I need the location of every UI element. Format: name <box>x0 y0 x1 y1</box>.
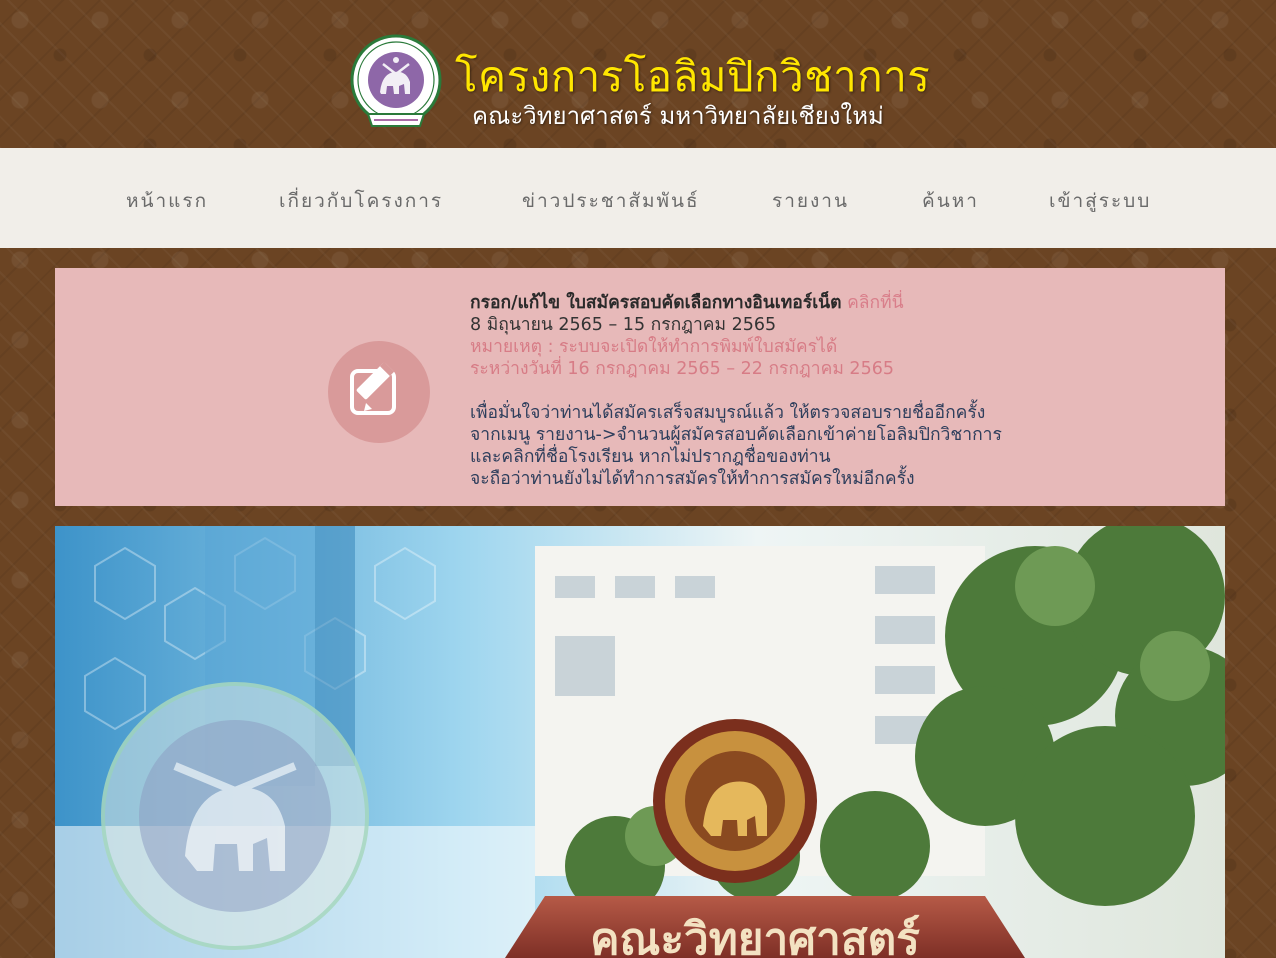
notice-spacer <box>470 380 1002 402</box>
notice-remark-2: ระหว่างวันที่ 16 กรกฎาคม 2565 – 22 กรกฎา… <box>470 359 894 379</box>
notice-info-2: จากเมนู รายงาน->จำนวนผู้สมัครสอบคัดเลือก… <box>470 425 1002 445</box>
nav-news[interactable]: ข่าวประชาสัมพันธ์ <box>522 186 700 216</box>
application-notice: กรอก/แก้ไข ใบสมัครสอบคัดเลือกทางอินเทอร์… <box>55 268 1225 506</box>
cmu-science-logo-icon[interactable] <box>350 34 442 134</box>
edit-icon[interactable] <box>328 341 430 443</box>
notice-text: กรอก/แก้ไข ใบสมัครสอบคัดเลือกทางอินเทอร์… <box>470 292 1002 490</box>
notice-info-4: จะถือว่าท่านยังไม่ได้ทำการสมัครให้ทำการส… <box>470 469 915 489</box>
nav-home[interactable]: หน้าแรก <box>126 186 208 216</box>
nav-search[interactable]: ค้นหา <box>922 186 979 216</box>
nav-about[interactable]: เกี่ยวกับโครงการ <box>279 186 443 216</box>
nav-login[interactable]: เข้าสู่ระบบ <box>1049 186 1151 216</box>
faculty-banner-image: คณะวิทยาศาสตร์ <box>55 526 1225 958</box>
apply-click-link[interactable]: คลิกที่นี่ <box>847 293 904 313</box>
notice-headline: กรอก/แก้ไข ใบสมัครสอบคัดเลือกทางอินเทอร์… <box>470 293 842 313</box>
site-header: โครงการโอลิมปิกวิชาการ คณะวิทยาศาสตร์ มห… <box>0 0 1276 148</box>
notice-info-3: และคลิกที่ชื่อโรงเรียน หากไม่ปรากฎชื่อขอ… <box>470 447 831 467</box>
banner-sign-text: คณะวิทยาศาสตร์ <box>590 914 920 958</box>
notice-remark-1: หมายเหตุ : ระบบจะเปิดให้ทำการพิมพ์ใบสมัค… <box>470 337 838 357</box>
notice-info-1: เพื่อมั่นใจว่าท่านได้สมัครเสร็จสมบูรณ์แล… <box>470 403 986 423</box>
nav-report[interactable]: รายงาน <box>772 186 849 216</box>
banner-illustration: คณะวิทยาศาสตร์ <box>55 526 1225 958</box>
site-subtitle: คณะวิทยาศาสตร์ มหาวิทยาลัยเชียงใหม่ <box>472 102 884 130</box>
notice-dates: 8 มิถุนายน 2565 – 15 กรกฎาคม 2565 <box>470 315 777 335</box>
main-nav: หน้าแรก เกี่ยวกับโครงการ ข่าวประชาสัมพัน… <box>0 148 1276 248</box>
